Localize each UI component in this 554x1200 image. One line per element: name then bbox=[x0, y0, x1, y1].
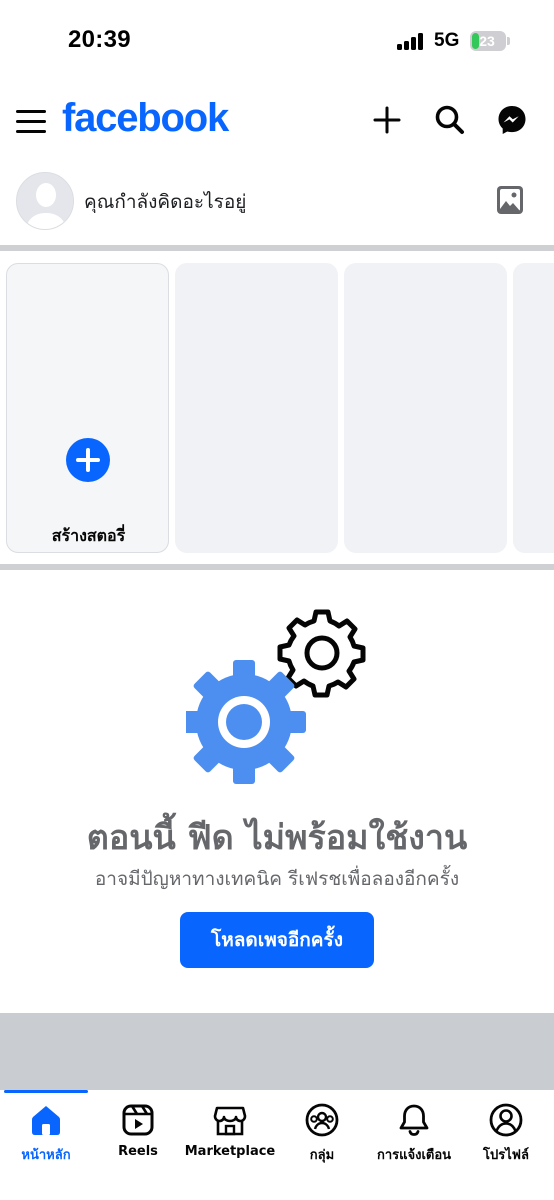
tab-label: โปรไฟล์ bbox=[483, 1148, 529, 1163]
app-header: facebook bbox=[0, 90, 554, 152]
stories-tray: สร้างสตอรี่ bbox=[0, 252, 554, 564]
reload-page-button[interactable]: โหลดเพจอีกครั้ง bbox=[180, 912, 374, 968]
tab-notifications[interactable]: การแจ้งเตือน bbox=[368, 1090, 460, 1170]
battery-percent: 23 bbox=[479, 33, 495, 49]
error-subtitle: อาจมีปัญหาทางเทคนิค รีเฟรชเพื่อลองอีกครั… bbox=[94, 868, 460, 890]
bell-icon bbox=[399, 1104, 429, 1136]
profile-icon bbox=[489, 1103, 523, 1137]
messenger-icon[interactable] bbox=[494, 102, 530, 138]
home-icon bbox=[32, 1106, 60, 1135]
facebook-logo: facebook bbox=[62, 96, 229, 140]
avatar-placeholder[interactable] bbox=[16, 172, 74, 230]
tab-home[interactable]: หน้าหลัก bbox=[0, 1090, 92, 1170]
add-story-icon[interactable] bbox=[66, 438, 110, 482]
network-type: 5G bbox=[434, 30, 460, 51]
story-card-placeholder[interactable] bbox=[513, 263, 554, 553]
story-card-placeholder[interactable] bbox=[175, 263, 338, 553]
create-story-card[interactable]: สร้างสตอรี่ bbox=[6, 263, 169, 553]
reels-icon bbox=[122, 1104, 154, 1136]
battery-tip bbox=[507, 37, 510, 45]
create-story-label: สร้างสตอรี่ bbox=[51, 526, 126, 545]
photo-icon[interactable] bbox=[493, 183, 527, 217]
battery-icon: 23 bbox=[470, 31, 506, 51]
composer-prompt[interactable]: คุณกำลังคิดอะไรอยู่ bbox=[84, 187, 246, 217]
status-bar: 20:39 5G 23 bbox=[0, 0, 554, 80]
tab-marketplace[interactable]: Marketplace bbox=[184, 1090, 276, 1170]
marketplace-icon bbox=[213, 1106, 247, 1136]
default-avatar-icon bbox=[17, 173, 73, 229]
section-divider bbox=[0, 564, 554, 570]
search-icon[interactable] bbox=[432, 102, 468, 138]
feed-error-panel: ตอนนี้ ฟีด ไม่พร้อมใช้งาน อาจมีปัญหาทางเ… bbox=[0, 572, 554, 1010]
cellular-signal-icon bbox=[397, 33, 425, 50]
plus-icon[interactable] bbox=[369, 102, 405, 138]
tab-groups[interactable]: กลุ่ม bbox=[276, 1090, 368, 1170]
story-card-placeholder[interactable] bbox=[344, 263, 507, 553]
menu-icon[interactable] bbox=[16, 108, 46, 134]
bottom-tab-bar: หน้าหลัก Reels Marketplace กลุ่ม การแจ้ง… bbox=[0, 1090, 554, 1200]
error-title: ตอนนี้ ฟีด ไม่พร้อมใช้งาน bbox=[86, 818, 468, 858]
feed-placeholder-band bbox=[0, 1013, 554, 1090]
gears-illustration bbox=[186, 609, 366, 784]
section-divider bbox=[0, 245, 554, 251]
groups-icon bbox=[305, 1103, 339, 1137]
tab-reels[interactable]: Reels bbox=[92, 1090, 184, 1170]
tab-profile[interactable]: โปรไฟล์ bbox=[460, 1090, 552, 1170]
status-time: 20:39 bbox=[68, 26, 131, 53]
post-composer[interactable]: คุณกำลังคิดอะไรอยู่ bbox=[0, 165, 554, 239]
